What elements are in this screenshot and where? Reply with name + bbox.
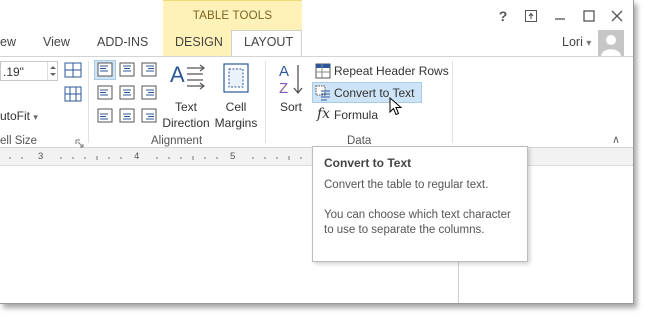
minimize-icon: [555, 18, 565, 20]
repeat-header-rows-icon: [315, 63, 331, 79]
cell-margins-label-2: Margins: [214, 116, 258, 130]
close-button[interactable]: [607, 7, 627, 25]
row-height-input[interactable]: .19": [0, 61, 58, 81]
ribbon-tab-row: ew View ADD-INS DESIGN LAYOUT Lori ▾: [0, 30, 633, 57]
distribute-columns-button[interactable]: [64, 86, 82, 102]
mouse-pointer-icon: [389, 97, 403, 116]
convert-to-text-icon: [315, 85, 330, 101]
distribute-rows-button[interactable]: [64, 62, 82, 78]
ribbon-display-icon: [525, 10, 537, 22]
text-direction-button[interactable]: A Text Direction: [161, 60, 211, 130]
convert-to-text-tooltip: Convert to Text Convert the table to reg…: [312, 146, 528, 262]
cell-margins-label-1: Cell: [225, 100, 247, 114]
autofit-button[interactable]: utoFit ▾: [0, 109, 38, 123]
group-separator: [452, 61, 453, 143]
group-separator: [265, 61, 266, 143]
align-bottom-center-icon: [119, 108, 135, 123]
cell-margins-icon: [223, 63, 249, 93]
tab-design[interactable]: DESIGN: [175, 35, 223, 49]
tab-layout[interactable]: LAYOUT: [244, 35, 293, 49]
text-direction-icon: A: [170, 62, 205, 90]
svg-text:A: A: [170, 62, 185, 87]
align-bottom-left-button[interactable]: [95, 107, 115, 125]
table-tools-header: TABLE TOOLS: [163, 0, 302, 32]
align-bottom-right-button[interactable]: [139, 107, 159, 125]
avatar[interactable]: [598, 30, 624, 56]
table-tools-title: TABLE TOOLS: [192, 10, 273, 22]
align-center-button[interactable]: [117, 84, 137, 102]
align-center-right-icon: [141, 85, 157, 100]
align-center-left-button[interactable]: [95, 84, 115, 102]
align-center-left-icon: [97, 85, 113, 100]
align-bottom-center-button[interactable]: [117, 107, 137, 125]
tooltip-description: Convert the table to regular text.: [324, 179, 489, 191]
tooltip-detail: You can choose which text character to u…: [324, 209, 511, 236]
user-account-menu[interactable]: Lori ▾: [562, 35, 591, 49]
word-window: TABLE TOOLS ? ew View ADD-INS DESIGN LAY…: [0, 0, 634, 304]
tab-addins[interactable]: ADD-INS: [97, 35, 148, 49]
sort-icon: A Z: [279, 63, 303, 97]
minimize-button[interactable]: [550, 7, 570, 25]
collapse-ribbon-button[interactable]: ∧: [612, 133, 620, 146]
close-icon: [611, 10, 623, 22]
text-direction-label-1: Text: [174, 100, 197, 114]
cell-margins-button[interactable]: Cell Margins: [212, 60, 260, 130]
align-top-right-button[interactable]: [139, 61, 159, 79]
ribbon-display-options-button[interactable]: [521, 7, 541, 25]
align-center-icon: [119, 85, 135, 100]
chevron-up-icon: ∧: [612, 134, 621, 146]
distribute-columns-icon: [64, 86, 82, 102]
help-button[interactable]: ?: [493, 7, 513, 25]
ruler-mark-3: 3: [38, 151, 44, 162]
align-top-right-icon: [141, 62, 157, 77]
dialog-launcher-icon: [75, 139, 84, 148]
formula-label: Formula: [334, 108, 379, 122]
align-center-right-button[interactable]: [139, 84, 159, 102]
repeat-header-rows-label: Repeat Header Rows: [334, 64, 449, 78]
sort-label: Sort: [279, 100, 302, 114]
user-avatar-icon: [598, 30, 624, 56]
align-bottom-left-icon: [97, 108, 113, 123]
tab-view-partial[interactable]: ew: [0, 35, 16, 49]
align-top-left-button[interactable]: [94, 60, 116, 80]
formula-icon: fx: [317, 106, 331, 122]
repeat-header-rows-button[interactable]: Repeat Header Rows: [313, 61, 449, 81]
autofit-label: utoFit: [0, 109, 31, 123]
ruler-mark-5: 5: [230, 151, 236, 162]
text-direction-label-2: Direction: [162, 116, 210, 130]
align-bottom-right-icon: [141, 108, 157, 123]
row-height-spinner[interactable]: [47, 62, 57, 80]
cell-size-group-label: ell Size: [0, 135, 38, 147]
group-separator: [88, 61, 89, 143]
col-width-input[interactable]: [0, 89, 58, 105]
title-bar: TABLE TOOLS ?: [0, 0, 633, 32]
maximize-icon: [583, 10, 595, 22]
tooltip-title: Convert to Text: [324, 156, 412, 170]
align-top-center-button[interactable]: [117, 61, 137, 79]
ruler-mark-4: 4: [134, 151, 140, 162]
user-dropdown-icon: ▾: [586, 38, 592, 49]
align-top-center-icon: [119, 62, 135, 77]
convert-to-text-button[interactable]: Convert to Text: [312, 82, 422, 103]
ribbon: .19" utoFit ▾ ell Size A Text Direction …: [0, 56, 633, 148]
formula-button[interactable]: fx Formula: [313, 105, 393, 125]
alignment-group-label: Alignment: [151, 135, 203, 147]
svg-text:Z: Z: [279, 80, 288, 97]
spinner-arrows-icon: [50, 66, 56, 76]
cell-size-dialog-launcher[interactable]: [75, 137, 84, 148]
user-name: Lori: [562, 35, 583, 49]
row-height-value: .19": [3, 65, 24, 79]
svg-text:A: A: [279, 63, 289, 80]
sort-button[interactable]: A Z Sort: [273, 60, 309, 118]
distribute-rows-icon: [64, 62, 82, 78]
maximize-button[interactable]: [579, 7, 599, 25]
align-top-left-icon: [97, 62, 113, 77]
tab-view[interactable]: View: [43, 35, 70, 49]
